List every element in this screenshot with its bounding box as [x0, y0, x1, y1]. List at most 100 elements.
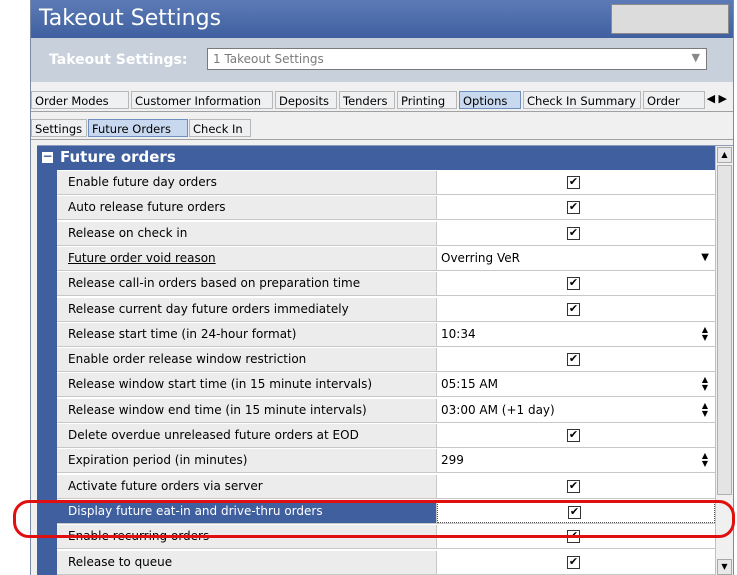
setting-label: Expiration period (in minutes) [57, 449, 437, 473]
tab-tenders[interactable]: Tenders [339, 91, 395, 109]
settings-selector-bar: Takeout Settings: 1 Takeout Settings ▼ [31, 38, 733, 82]
setting-row[interactable]: Expiration period (in minutes) 299 ▲ ▼ [57, 449, 715, 474]
setting-row[interactable]: Release start time (in 24-hour format) 10… [57, 322, 715, 347]
settings-grid: − Future orders Enable future day orders… [37, 145, 733, 575]
collapse-icon[interactable]: − [42, 150, 53, 163]
setting-label: Release on check in [57, 221, 437, 245]
setting-row[interactable]: Display future eat-in and drive-thru ord… [57, 499, 715, 524]
checkbox[interactable]: ✔ [567, 555, 580, 569]
tab-deposits[interactable]: Deposits [275, 91, 337, 109]
setting-label: Release to queue [57, 550, 437, 574]
setting-row[interactable]: Enable future day orders ✔ [57, 171, 715, 195]
vertical-scrollbar[interactable]: ▲ ▼ [715, 146, 733, 575]
setting-label: Release call-in orders based on preparat… [57, 272, 437, 296]
setting-row[interactable]: Release window start time (in 15 minute … [57, 373, 715, 398]
checkbox[interactable]: ✔ [568, 505, 581, 519]
grid-gutter [37, 146, 57, 575]
setting-label: Enable recurring orders [57, 525, 437, 549]
section-header-future-orders[interactable]: − Future orders [37, 146, 715, 170]
title-bar: Takeout Settings [31, 0, 733, 38]
checkbox[interactable]: ✔ [567, 429, 580, 442]
setting-row[interactable]: Release to queue ✔ [57, 550, 715, 575]
subtab-future-orders[interactable]: Future Orders [88, 119, 188, 137]
setting-label[interactable]: Future order void reason [57, 246, 437, 270]
setting-row[interactable]: Release on check in ✔ [57, 221, 715, 246]
setting-value[interactable]: ✔ [437, 348, 715, 372]
setting-label: Release start time (in 24-hour format) [57, 322, 437, 346]
setting-label: Delete overdue unreleased future orders … [57, 424, 437, 447]
setting-label: Release current day future orders immedi… [57, 297, 437, 321]
checkbox[interactable]: ✔ [567, 302, 580, 316]
scroll-down-icon[interactable]: ▼ [717, 559, 732, 575]
setting-value[interactable]: ✔ [437, 297, 715, 321]
setting-value[interactable]: 05:15 AM ▲ ▼ [437, 373, 715, 397]
scroll-thumb[interactable] [717, 165, 732, 495]
setting-row[interactable]: Delete overdue unreleased future orders … [57, 424, 715, 448]
setting-row[interactable]: Auto release future orders ✔ [57, 196, 715, 221]
subtab-settings[interactable]: Settings [31, 119, 87, 137]
checkbox[interactable]: ✔ [567, 201, 580, 215]
setting-label: Enable order release window restriction [57, 348, 437, 372]
tab-customer-information[interactable]: Customer Information [131, 91, 273, 109]
tab-check-in-summary[interactable]: Check In Summary [523, 91, 641, 109]
setting-label: Activate future orders via server [57, 474, 437, 498]
checkbox[interactable]: ✔ [567, 226, 580, 240]
setting-value[interactable]: ✔ [437, 272, 715, 296]
setting-label: Display future eat-in and drive-thru ord… [57, 499, 437, 523]
setting-value[interactable]: ✔ [437, 196, 715, 220]
selector-label: Takeout Settings: [49, 52, 188, 68]
setting-value[interactable]: 03:00 AM (+1 day) ▲ ▼ [437, 398, 715, 422]
setting-row[interactable]: Future order void reason Overring VeR ▼ [57, 246, 715, 271]
setting-row[interactable]: Activate future orders via server ✔ [57, 474, 715, 499]
spinner-icon[interactable]: ▲ ▼ [701, 325, 709, 342]
setting-value[interactable]: ✔ [437, 171, 715, 194]
scroll-left-icon[interactable]: ◀ [707, 92, 715, 105]
value-text[interactable]: 299 [441, 453, 464, 467]
chevron-down-icon[interactable]: ▼ [701, 252, 709, 263]
setting-value[interactable]: ✔ [437, 525, 715, 549]
checkbox[interactable]: ✔ [567, 353, 580, 367]
setting-value[interactable]: 299 ▲ ▼ [437, 449, 715, 473]
setting-label: Release window end time (in 15 minute in… [57, 398, 437, 422]
value-text[interactable]: 10:34 [441, 327, 476, 341]
tab-order[interactable]: Order [643, 91, 705, 109]
setting-label: Release window start time (in 15 minute … [57, 373, 437, 397]
chevron-down-icon: ▼ [691, 51, 700, 64]
checkbox[interactable]: ✔ [567, 479, 580, 493]
setting-row[interactable]: Enable recurring orders ✔ [57, 525, 715, 550]
setting-label: Enable future day orders [57, 171, 437, 194]
window-title: Takeout Settings [39, 6, 222, 31]
setting-row[interactable]: Enable order release window restriction ✔ [57, 348, 715, 373]
setting-row[interactable]: Release window end time (in 15 minute in… [57, 398, 715, 423]
checkbox[interactable]: ✔ [567, 277, 580, 291]
scroll-right-icon[interactable]: ▶ [719, 92, 727, 105]
setting-value[interactable]: ✔ [437, 221, 715, 245]
spinner-icon[interactable]: ▲ ▼ [701, 452, 709, 468]
settings-selector-dropdown[interactable]: 1 Takeout Settings ▼ [207, 48, 707, 70]
tab-printing[interactable]: Printing [397, 91, 457, 109]
spinner-icon[interactable]: ▲ ▼ [701, 376, 709, 392]
setting-value[interactable]: ✔ [437, 499, 715, 523]
setting-value[interactable]: ✔ [437, 424, 715, 447]
value-text[interactable]: 03:00 AM (+1 day) [441, 403, 555, 417]
checkbox[interactable]: ✔ [567, 176, 580, 189]
setting-value[interactable]: ✔ [437, 474, 715, 498]
selector-value: 1 Takeout Settings [213, 52, 324, 66]
value-text[interactable]: 05:15 AM [441, 377, 498, 391]
subtab-check-in[interactable]: Check In [189, 119, 251, 137]
setting-row[interactable]: Release call-in orders based on preparat… [57, 272, 715, 297]
tab-options[interactable]: Options [459, 91, 521, 109]
value-text[interactable]: Overring VeR [441, 251, 520, 265]
setting-label: Auto release future orders [57, 196, 437, 220]
setting-row[interactable]: Release current day future orders immedi… [57, 297, 715, 322]
setting-value[interactable]: 10:34 ▲ ▼ [437, 322, 715, 346]
tab-scroll-arrows[interactable]: ◀ ▶ [707, 92, 727, 105]
secondary-tab-bar: Settings Future Orders Check In [31, 117, 733, 140]
spinner-icon[interactable]: ▲ ▼ [701, 401, 709, 418]
title-bar-box [611, 4, 729, 34]
setting-value[interactable]: ✔ [437, 550, 715, 574]
scroll-up-icon[interactable]: ▲ [717, 147, 732, 163]
setting-value[interactable]: Overring VeR ▼ [437, 246, 715, 270]
tab-order-modes[interactable]: Order Modes [31, 91, 129, 109]
checkbox[interactable]: ✔ [567, 530, 580, 544]
